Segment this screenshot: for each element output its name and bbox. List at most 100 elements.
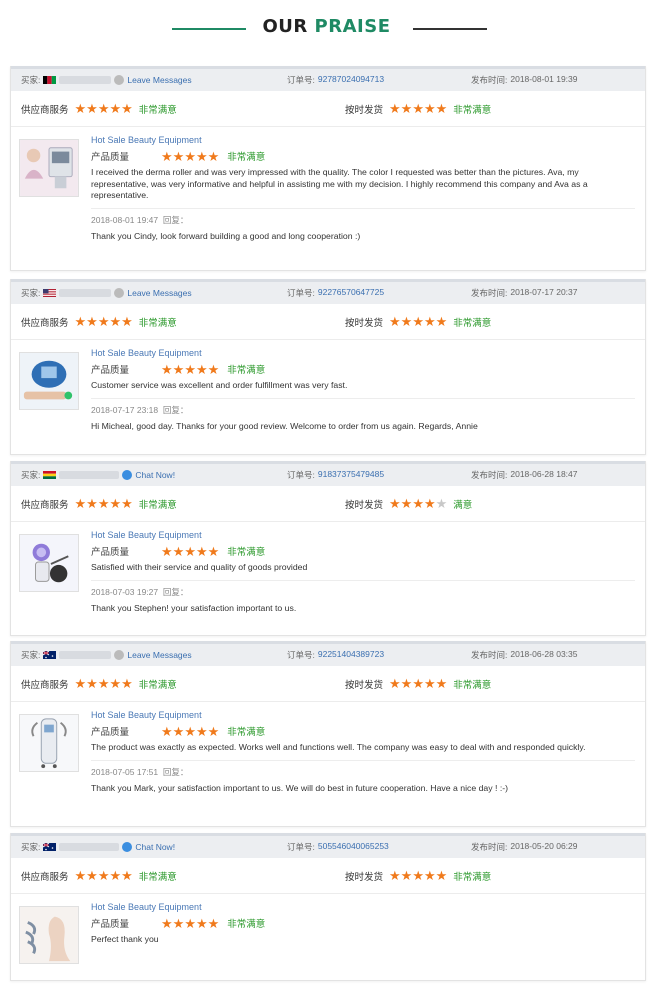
product-link[interactable]: Hot Sale Beauty Equipment <box>91 710 635 720</box>
order-number-link[interactable]: 505546040065253 <box>318 841 389 853</box>
star-icon: ★ <box>435 101 448 116</box>
star-icon: ★ <box>161 543 173 559</box>
product-link[interactable]: Hot Sale Beauty Equipment <box>91 135 635 145</box>
on-time-label: 按时发货 <box>345 104 384 116</box>
publish-label: 发布时间: <box>471 650 508 660</box>
buyer-name-redacted <box>59 843 120 851</box>
product-thumbnail-icon[interactable] <box>19 714 79 772</box>
publish-info: 发布时间: 2018-08-01 19:39 <box>471 74 578 86</box>
review-body: Hot Sale Beauty Equipment 产品质量 ★★★★★ 非常满… <box>11 894 645 964</box>
order-number-link[interactable]: 91837375479485 <box>318 469 384 481</box>
star-icon: ★ <box>172 361 185 377</box>
buyer-label: 买家: <box>21 470 41 480</box>
order-label: 订单号: <box>287 75 315 85</box>
buyer-info: 买家: Chat Now! <box>21 841 291 853</box>
star-icon: ★ <box>400 496 413 511</box>
star-icon: ★ <box>423 314 436 329</box>
star-icon: ★ <box>207 723 220 739</box>
product-thumbnail-icon[interactable] <box>19 139 79 197</box>
reply-text: Thank you Mark, your satisfaction import… <box>91 782 509 793</box>
on-time-rating: 按时发货 ★★★★★ 非常满意 <box>345 869 491 883</box>
supplier-service-label: 供应商服务 <box>21 104 69 116</box>
reply-text: Thank you Cindy, look forward building a… <box>91 230 361 241</box>
chat-now-link[interactable]: Chat Now! <box>135 470 175 480</box>
quality-satisfaction: 非常满意 <box>227 365 266 376</box>
star-icon: ★ <box>74 314 87 329</box>
quality-satisfaction: 非常满意 <box>227 547 266 558</box>
reply-meta: 2018-08-01 19:47 回复： <box>91 214 635 226</box>
chat-online-icon <box>122 842 133 852</box>
star-icon: ★ <box>86 496 98 511</box>
reply-text: Hi Micheal, good day. Thanks for your go… <box>91 420 478 431</box>
reply-label: 回复： <box>162 766 189 777</box>
star-icon: ★ <box>109 868 122 883</box>
page-title: OUR PRAISE <box>0 16 653 37</box>
reply-meta: 2018-07-05 17:51 回复： <box>91 766 635 778</box>
product-link[interactable]: Hot Sale Beauty Equipment <box>91 902 635 912</box>
seller-reply: 2018-07-03 19:27 回复： Thank you Stephen! … <box>91 579 635 615</box>
product-thumbnail-icon[interactable] <box>19 534 79 592</box>
supplier-service-label: 供应商服务 <box>21 871 69 883</box>
buyer-name-redacted <box>59 471 120 479</box>
quality-satisfaction: 非常满意 <box>227 919 266 930</box>
order-info: 订单号: 505546040065253 <box>287 841 389 853</box>
star-icon: ★ <box>400 676 413 691</box>
star-icon: ★ <box>97 676 110 691</box>
publish-date: 2018-06-28 03:35 <box>510 649 578 659</box>
review-comment: Customer service was excellent and order… <box>91 380 348 390</box>
review-body: Hot Sale Beauty Equipment 产品质量 ★★★★★ 非常满… <box>11 340 645 440</box>
star-icon: ★ <box>109 496 122 511</box>
star-icon: ★ <box>184 543 196 559</box>
star-icon: ★ <box>74 868 87 883</box>
review-comment: Satisfied with their service and quality… <box>91 562 308 572</box>
quality-rating: 产品质量 ★★★★★ 非常满意 <box>91 916 635 931</box>
leave-messages-link[interactable]: Leave Messages <box>127 650 191 660</box>
star-icon: ★ <box>97 101 110 116</box>
on-time-satisfaction: 非常满意 <box>453 871 492 883</box>
star-icon: ★ <box>423 676 436 691</box>
supplier-satisfaction: 非常满意 <box>138 679 177 691</box>
review-body: Hot Sale Beauty Equipment 产品质量 ★★★★★ 非常满… <box>11 127 645 250</box>
star-icon: ★ <box>400 314 413 329</box>
star-icon: ★ <box>161 361 173 377</box>
on-time-rating: 按时发货 ★★★★★ 非常满意 <box>345 315 491 329</box>
product-link[interactable]: Hot Sale Beauty Equipment <box>91 530 635 540</box>
publish-date: 2018-07-17 20:37 <box>510 287 578 297</box>
offline-status-icon <box>114 288 125 298</box>
star-icon: ★ <box>400 868 413 883</box>
review-card: 买家: Leave Messages 订单号: 92251404389723 发… <box>10 641 646 827</box>
order-number-link[interactable]: 92787024094713 <box>318 74 384 86</box>
star-icon: ★ <box>109 676 122 691</box>
order-number-link[interactable]: 92251404389723 <box>318 649 384 661</box>
leave-messages-link[interactable]: Leave Messages <box>127 288 191 298</box>
section-header: OUR PRAISE <box>0 0 653 58</box>
review-meta: 买家: Chat Now! 订单号: 91837375479485 发布时间: … <box>11 461 645 486</box>
on-time-stars: ★★★★★ <box>389 677 447 690</box>
publish-info: 发布时间: 2018-07-17 20:37 <box>471 287 578 299</box>
review-meta: 买家: Leave Messages 订单号: 92251404389723 发… <box>11 641 645 666</box>
order-label: 订单号: <box>287 650 315 660</box>
star-icon: ★ <box>207 148 220 164</box>
publish-date: 2018-05-20 06:29 <box>510 841 578 851</box>
star-icon: ★ <box>412 868 424 883</box>
product-thumbnail-icon[interactable] <box>19 906 79 964</box>
reply-label: 回复： <box>162 214 189 225</box>
product-thumbnail-icon[interactable] <box>19 352 79 410</box>
star-icon: ★ <box>121 496 133 511</box>
flag-australia-icon <box>43 843 57 851</box>
on-time-satisfaction: 非常满意 <box>453 104 492 116</box>
chat-now-link[interactable]: Chat Now! <box>135 842 175 852</box>
product-link[interactable]: Hot Sale Beauty Equipment <box>91 348 635 358</box>
star-icon: ★ <box>195 361 208 377</box>
order-number-link[interactable]: 92276570647725 <box>318 287 384 299</box>
quality-rating: 产品质量 ★★★★★ 非常满意 <box>91 723 635 739</box>
star-icon: ★ <box>172 148 185 164</box>
publish-info: 发布时间: 2018-05-20 06:29 <box>471 841 578 853</box>
quality-rating: 产品质量 ★★★★★ 非常满意 <box>91 148 635 164</box>
leave-messages-link[interactable]: Leave Messages <box>127 75 191 85</box>
star-icon: ★ <box>97 314 110 329</box>
reply-meta: 2018-07-03 19:27 回复： <box>91 586 635 598</box>
star-icon: ★ <box>389 868 401 883</box>
review-comment: I received the derma roller and was very… <box>91 167 588 200</box>
buyer-label: 买家: <box>21 75 41 85</box>
